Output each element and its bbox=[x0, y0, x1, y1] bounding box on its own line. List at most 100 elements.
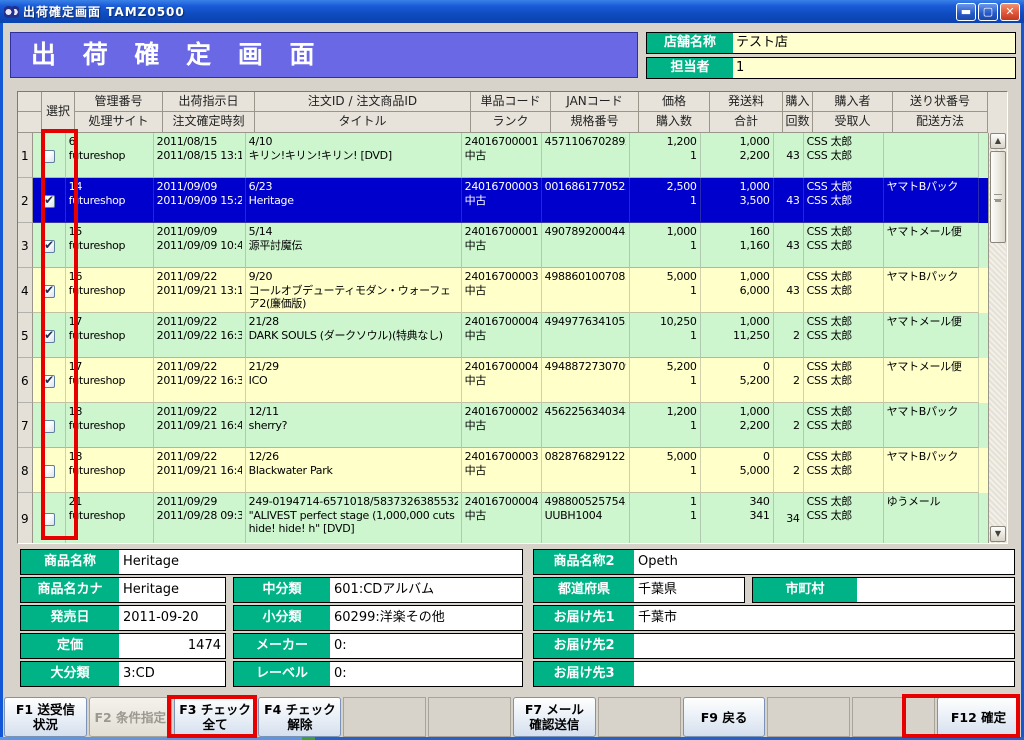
row-checkbox[interactable] bbox=[42, 465, 55, 478]
cell-price: 5,0001 bbox=[630, 448, 701, 493]
f7-button[interactable]: F7 メール 確認送信 bbox=[513, 697, 596, 737]
row-checkbox[interactable] bbox=[42, 420, 55, 433]
form-value[interactable]: Heritage bbox=[119, 578, 225, 602]
cell-jan: 0016861770525 bbox=[542, 178, 630, 223]
header-item-code: 単品コードランク bbox=[471, 92, 551, 133]
row-select-cell[interactable] bbox=[33, 403, 66, 448]
form-value[interactable]: 千葉県 bbox=[634, 578, 744, 602]
empty-function-slot bbox=[598, 697, 681, 737]
form-row: 商品名称2Opeth bbox=[533, 549, 1015, 575]
cell-item-code: 240167000041中古 bbox=[462, 358, 542, 403]
form-row: 大分類3:CD レーベル0: bbox=[20, 661, 523, 687]
row-select-cell[interactable] bbox=[33, 268, 66, 313]
minimize-button[interactable]: ▬ bbox=[956, 3, 976, 21]
cell-item-code: 240167000040中古 bbox=[462, 313, 542, 358]
cell-jan: 4907892000445 bbox=[542, 223, 630, 268]
row-checkbox[interactable] bbox=[42, 375, 55, 388]
staff-value[interactable]: 1 bbox=[733, 58, 1015, 78]
row-select-cell[interactable] bbox=[33, 493, 66, 543]
form-value[interactable] bbox=[857, 578, 1014, 602]
cell-times: 43 bbox=[774, 178, 804, 223]
f9-button[interactable]: F9 戻る bbox=[683, 697, 766, 737]
function-key-bar: F1 送受信 状況F2 条件指定F3 チェック全てF4 チェック解除F7 メール… bbox=[4, 697, 1020, 737]
form-row: お届け先2 bbox=[533, 633, 1015, 659]
row-checkbox[interactable] bbox=[42, 150, 55, 163]
row-select-cell[interactable] bbox=[33, 313, 66, 358]
cell-dates: 2011/09/092011/09/09 10:43 bbox=[154, 223, 246, 268]
form-value[interactable] bbox=[634, 634, 1014, 658]
form-value[interactable]: 601:CDアルバム bbox=[330, 578, 522, 602]
table-row[interactable]: 6 17futureshop 2011/09/222011/09/22 16:3… bbox=[18, 358, 988, 403]
row-select-cell[interactable] bbox=[33, 448, 66, 493]
table-row[interactable]: 4 16futureshop 2011/09/222011/09/21 13:1… bbox=[18, 268, 988, 313]
form-value[interactable]: 2011-09-20 bbox=[119, 606, 225, 630]
table-row[interactable]: 9 21futureshop 2011/09/292011/09/28 09:3… bbox=[18, 493, 988, 543]
form-value[interactable]: 千葉市 bbox=[634, 606, 1014, 630]
row-select-cell[interactable] bbox=[33, 178, 66, 223]
cell-fee-total: 05,000 bbox=[701, 448, 774, 493]
row-checkbox[interactable] bbox=[42, 285, 55, 298]
form-value[interactable]: Opeth bbox=[634, 550, 1014, 574]
form-field: 商品名称2Opeth bbox=[533, 549, 1015, 575]
form-value[interactable]: 0: bbox=[330, 662, 522, 686]
scroll-down-icon[interactable]: ▼ bbox=[990, 526, 1006, 542]
close-button[interactable]: ✕ bbox=[1000, 3, 1020, 21]
cell-order-title: 249-0194714-6571018/58373263855326"ALIVE… bbox=[246, 493, 462, 543]
cell-times: 2 bbox=[774, 448, 804, 493]
table-row[interactable]: 5 17futureshop 2011/09/222011/09/22 16:3… bbox=[18, 313, 988, 358]
orders-table: 選択 管理番号処理サイト 出荷指示日注文確定時刻 注文ID / 注文商品IDタイ… bbox=[17, 91, 1008, 544]
f3-button[interactable]: F3 チェック全て bbox=[174, 697, 257, 737]
table-row[interactable]: 1 6futureshop 2011/08/152011/08/15 13:11… bbox=[18, 133, 988, 178]
table-row[interactable]: 2 14futureshop 2011/09/092011/09/09 15:2… bbox=[18, 178, 988, 223]
row-number: 4 bbox=[18, 268, 33, 313]
cell-order-title: 12/11sherry? bbox=[246, 403, 462, 448]
maximize-button[interactable]: ▢ bbox=[978, 3, 998, 21]
row-number: 1 bbox=[18, 133, 33, 178]
store-name-label: 店舗名称 bbox=[647, 33, 733, 53]
form-label: 中分類 bbox=[234, 578, 330, 602]
table-body: 1 6futureshop 2011/08/152011/08/15 13:11… bbox=[18, 133, 988, 543]
form-value[interactable] bbox=[634, 662, 1014, 686]
form-field: お届け先1千葉市 bbox=[533, 605, 1015, 631]
row-select-cell[interactable] bbox=[33, 223, 66, 268]
cell-buyer: CSS 太郎CSS 太郎 bbox=[804, 313, 884, 358]
header-buyer: 購入者受取人 bbox=[813, 92, 893, 133]
vertical-scrollbar[interactable]: ▲ ▼ bbox=[988, 133, 1006, 543]
form-value[interactable]: 60299:洋楽その他 bbox=[330, 606, 522, 630]
scrollbar-thumb[interactable] bbox=[990, 151, 1006, 243]
cell-fee-total: 1,0006,000 bbox=[701, 268, 774, 313]
form-value[interactable]: Heritage bbox=[119, 550, 522, 574]
row-select-cell[interactable] bbox=[33, 358, 66, 403]
cell-item-code: 240167000024中古 bbox=[462, 403, 542, 448]
form-label: レーベル bbox=[234, 662, 330, 686]
row-checkbox[interactable] bbox=[42, 195, 55, 208]
form-value[interactable]: 1474 bbox=[119, 634, 225, 658]
row-select-cell[interactable] bbox=[33, 133, 66, 178]
cell-buyer: CSS 太郎CSS 太郎 bbox=[804, 448, 884, 493]
cell-price: 1,2001 bbox=[630, 403, 701, 448]
cell-times: 34 bbox=[774, 493, 804, 543]
form-field: 大分類3:CD bbox=[20, 661, 226, 687]
row-checkbox[interactable] bbox=[42, 330, 55, 343]
f12-button[interactable]: F12 確定 bbox=[937, 697, 1020, 737]
f1-button[interactable]: F1 送受信 状況 bbox=[4, 697, 87, 737]
cell-dates: 2011/09/222011/09/22 16:32 bbox=[154, 358, 246, 403]
cell-buyer: CSS 太郎CSS 太郎 bbox=[804, 268, 884, 313]
row-checkbox[interactable] bbox=[42, 240, 55, 253]
cell-mgmt: 15futureshop bbox=[66, 223, 154, 268]
table-row[interactable]: 8 18futureshop 2011/09/222011/09/21 16:4… bbox=[18, 448, 988, 493]
cell-delivery: ヤマトBパック bbox=[884, 268, 979, 313]
form-value[interactable]: 0: bbox=[330, 634, 522, 658]
f4-button[interactable]: F4 チェック解除 bbox=[258, 697, 341, 737]
form-label: 発売日 bbox=[21, 606, 119, 630]
cell-dates: 2011/09/222011/09/21 13:11 bbox=[154, 268, 246, 313]
form-label: メーカー bbox=[234, 634, 330, 658]
row-checkbox[interactable] bbox=[42, 513, 55, 526]
form-value[interactable]: 3:CD bbox=[119, 662, 225, 686]
table-row[interactable]: 3 15futureshop 2011/09/092011/09/09 10:4… bbox=[18, 223, 988, 268]
scroll-up-icon[interactable]: ▲ bbox=[990, 133, 1006, 149]
form-label: お届け先1 bbox=[534, 606, 634, 630]
store-name-value[interactable]: テスト店 bbox=[733, 33, 1015, 53]
form-label: 市町村 bbox=[753, 578, 857, 602]
table-row[interactable]: 7 18futureshop 2011/09/222011/09/21 16:4… bbox=[18, 403, 988, 448]
